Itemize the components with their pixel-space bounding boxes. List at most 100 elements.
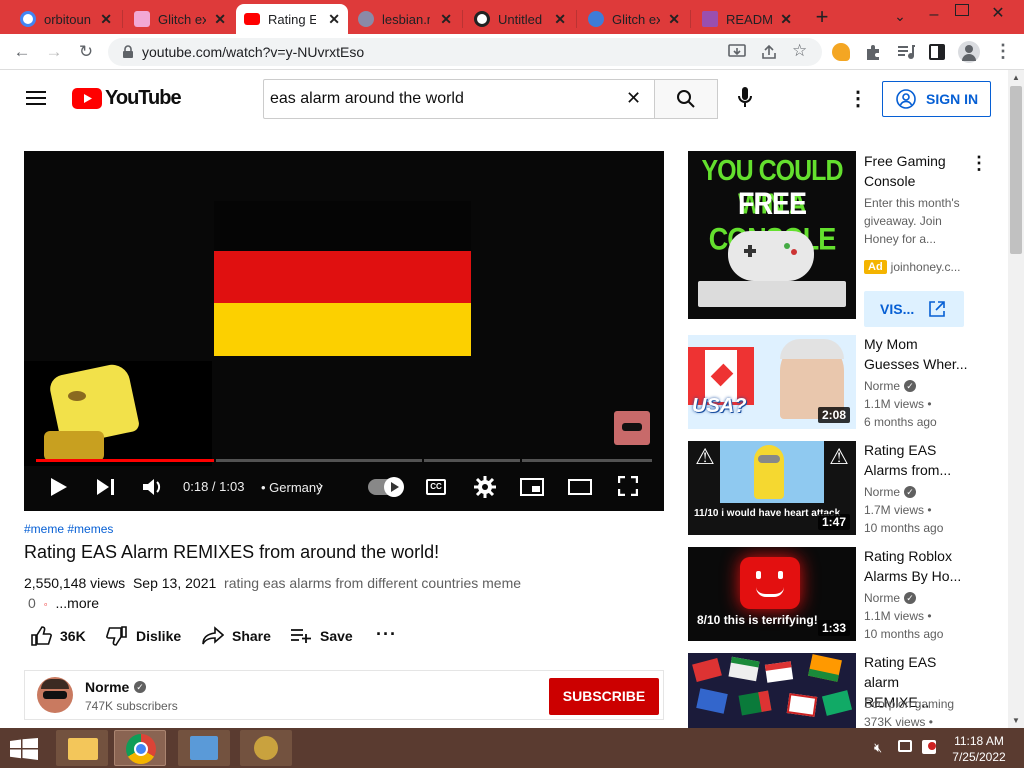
- search-button[interactable]: [654, 79, 718, 119]
- related-channel-4[interactable]: Scorpion gaming: [864, 697, 954, 711]
- network-icon[interactable]: [898, 740, 912, 752]
- address-bar[interactable]: youtube.com/watch?v=y-NUvrxtEso ☆: [108, 38, 822, 66]
- ad-menu-icon[interactable]: ⋮: [970, 153, 988, 174]
- scroll-down-arrow-icon[interactable]: ▼: [1011, 716, 1021, 725]
- extension-fox-icon[interactable]: [832, 43, 850, 61]
- channel-watermark-icon[interactable]: [614, 411, 650, 445]
- ad-thumbnail[interactable]: YOU COULD WIN A FREE CONSOLE: [688, 151, 856, 319]
- speaker-muted-icon[interactable]: 🔇︎: [874, 740, 882, 756]
- scrollbar-thumb[interactable]: [1010, 86, 1022, 254]
- close-tab-icon[interactable]: ✕: [668, 11, 680, 28]
- related-title-2[interactable]: Rating EAS Alarms from...: [864, 440, 968, 480]
- install-app-icon[interactable]: [728, 44, 746, 60]
- youtube-logo[interactable]: YouTube: [72, 87, 182, 110]
- seek-bar[interactable]: [36, 459, 652, 462]
- minimize-icon[interactable]: –: [922, 6, 946, 26]
- related-thumbnail-2[interactable]: ⚠ ⚠ 11/10 i would have heart attack 1:47: [688, 441, 856, 535]
- captions-icon[interactable]: CC: [426, 479, 446, 495]
- more-actions-icon[interactable]: ···: [376, 624, 397, 645]
- video-player[interactable]: 0:18 / 1:03 • Germany › CC: [24, 151, 664, 511]
- clear-search-icon[interactable]: ✕: [626, 88, 641, 109]
- flag-icon: [696, 688, 728, 714]
- related-channel-3[interactable]: Norme ✓: [864, 591, 917, 605]
- close-tab-icon[interactable]: ✕: [780, 11, 792, 28]
- action-center-icon[interactable]: [922, 740, 936, 754]
- fullscreen-icon[interactable]: [618, 476, 638, 496]
- chapter-title[interactable]: • Germany: [261, 480, 323, 495]
- tab-6[interactable]: Glitch ex ✕: [580, 4, 688, 34]
- related-thumbnail-4[interactable]: [688, 653, 856, 728]
- related-channel-1[interactable]: Norme ✓: [864, 379, 917, 393]
- scroll-up-arrow-icon[interactable]: ▲: [1011, 73, 1021, 82]
- related-age-3: 10 months ago: [864, 627, 944, 641]
- tab-4[interactable]: lesbian.m ✕: [350, 4, 460, 34]
- search-input[interactable]: eas alarm around the world ✕: [263, 79, 655, 119]
- taskbar-chrome[interactable]: [114, 730, 166, 766]
- tab-label: Glitch ex: [158, 11, 206, 27]
- close-tab-icon[interactable]: ✕: [328, 11, 340, 28]
- extensions-puzzle-icon[interactable]: [864, 43, 882, 61]
- more-options-icon[interactable]: ⋮: [848, 86, 868, 111]
- channel-avatar[interactable]: [37, 677, 73, 713]
- tab-3-active[interactable]: Rating EA ✕: [236, 4, 348, 34]
- share-icon[interactable]: [760, 44, 778, 60]
- close-tab-icon[interactable]: ✕: [100, 11, 112, 28]
- tab-1[interactable]: orbitoun ✕: [12, 4, 120, 34]
- close-window-icon[interactable]: ✕: [986, 3, 1010, 23]
- hashtags-link[interactable]: #meme #memes: [24, 522, 113, 536]
- show-more-link[interactable]: ...more: [55, 595, 99, 611]
- microphone-icon[interactable]: [738, 87, 752, 109]
- volume-icon[interactable]: [142, 476, 164, 498]
- tab-7[interactable]: READMI ✕: [694, 4, 800, 34]
- thumbs-down-icon: [106, 626, 127, 646]
- back-icon[interactable]: ←: [12, 42, 32, 62]
- close-tab-icon[interactable]: ✕: [440, 11, 452, 28]
- close-tab-icon[interactable]: ✕: [214, 11, 226, 28]
- tab-label: orbitoun: [44, 11, 91, 27]
- next-video-icon[interactable]: [96, 478, 116, 496]
- reload-icon[interactable]: ↻: [76, 42, 96, 62]
- close-tab-icon[interactable]: ✕: [554, 11, 566, 28]
- settings-gear-icon[interactable]: [474, 476, 496, 498]
- chapter-chevron-icon[interactable]: ›: [318, 477, 323, 494]
- forward-icon[interactable]: →: [44, 42, 64, 62]
- clock[interactable]: 11:18 AM 7/25/2022: [950, 733, 1008, 765]
- related-thumbnail-3[interactable]: 8/10 this is terrifying! 1:33: [688, 547, 856, 641]
- theater-mode-icon[interactable]: [568, 479, 592, 495]
- game-controller-icon: [728, 231, 814, 281]
- hamburger-menu-icon[interactable]: [26, 90, 46, 106]
- related-thumbnail-1[interactable]: USA? 2:08: [688, 335, 856, 429]
- play-icon[interactable]: [50, 477, 68, 497]
- share-button[interactable]: Share: [202, 624, 271, 648]
- taskbar-control-panel[interactable]: [178, 730, 230, 766]
- tab-5[interactable]: Untitled ✕: [466, 4, 574, 34]
- ad-visit-button[interactable]: VIS...: [864, 291, 964, 327]
- taskbar-users-app[interactable]: [240, 730, 292, 766]
- warning-icon: ⚠: [695, 444, 715, 469]
- sign-in-button[interactable]: SIGN IN: [882, 81, 991, 117]
- verified-check-icon: ✓: [134, 681, 146, 693]
- profile-avatar-icon[interactable]: [958, 41, 980, 63]
- bookmark-star-icon[interactable]: ☆: [792, 41, 807, 61]
- miniplayer-icon[interactable]: [520, 478, 544, 496]
- save-button[interactable]: Save: [290, 624, 353, 648]
- subscribe-button[interactable]: SUBSCRIBE: [549, 678, 659, 715]
- restore-icon[interactable]: [955, 4, 969, 16]
- related-channel-2[interactable]: Norme ✓: [864, 485, 917, 499]
- like-button[interactable]: 36K: [30, 624, 86, 648]
- related-title-1[interactable]: My Mom Guesses Wher...: [864, 334, 968, 374]
- taskbar-file-explorer[interactable]: [56, 730, 108, 766]
- media-control-icon[interactable]: [896, 43, 916, 61]
- tab-2[interactable]: Glitch ex ✕: [126, 4, 234, 34]
- side-panel-icon[interactable]: [928, 43, 946, 61]
- related-title-3[interactable]: Rating Roblox Alarms By Ho...: [864, 546, 974, 586]
- channel-name[interactable]: Norme: [85, 679, 129, 695]
- windows-start-icon[interactable]: [10, 738, 38, 760]
- autoplay-toggle[interactable]: [368, 477, 404, 497]
- new-tab-icon[interactable]: +: [810, 4, 834, 30]
- dislike-button[interactable]: Dislike: [106, 624, 181, 648]
- tab-search-chevron-icon[interactable]: ⌄: [890, 8, 910, 26]
- ad-title[interactable]: Free Gaming Console: [864, 151, 974, 191]
- users-icon: [254, 736, 278, 760]
- chrome-menu-icon[interactable]: ⋮: [994, 41, 1012, 62]
